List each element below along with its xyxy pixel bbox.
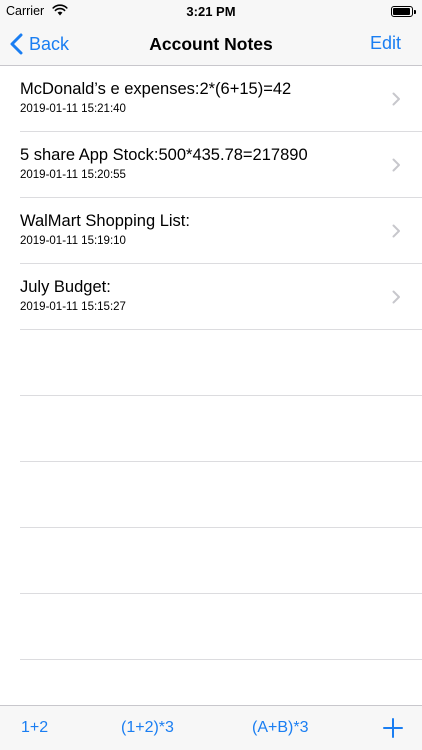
battery-icon <box>391 6 416 17</box>
empty-row <box>20 594 422 660</box>
note-date: 2019-01-11 15:19:10 <box>20 235 126 247</box>
page-title: Account Notes <box>149 34 273 54</box>
bottom-toolbar: 1+2 (1+2)*3 (A+B)*3 <box>0 705 422 750</box>
status-bar: Carrier 3:21 PM <box>0 0 422 22</box>
list-item[interactable]: July Budget: 2019-01-11 15:15:27 <box>20 264 422 330</box>
navigation-bar: Back Account Notes Edit <box>0 22 422 66</box>
screen: Carrier 3:21 PM Back Account Notes Edit … <box>0 0 422 750</box>
note-date: 2019-01-11 15:21:40 <box>20 103 126 115</box>
plus-icon[interactable] <box>383 718 403 738</box>
chevron-right-icon <box>392 158 400 172</box>
notes-list: McDonald’s e expenses:2*(6+15)=42 2019-0… <box>0 66 422 660</box>
insert-expression-2-button[interactable]: (1+2)*3 <box>121 719 174 737</box>
clock: 3:21 PM <box>186 4 236 19</box>
note-title: McDonald’s e expenses:2*(6+15)=42 <box>20 80 292 98</box>
chevron-right-icon <box>392 224 400 238</box>
note-date: 2019-01-11 15:15:27 <box>20 301 126 313</box>
note-date: 2019-01-11 15:20:55 <box>20 169 126 181</box>
empty-row <box>20 462 422 528</box>
list-item[interactable]: McDonald’s e expenses:2*(6+15)=42 2019-0… <box>20 66 422 132</box>
insert-expression-3-button[interactable]: (A+B)*3 <box>252 719 308 737</box>
empty-row <box>20 528 422 594</box>
empty-row <box>20 330 422 396</box>
note-title: WalMart Shopping List: <box>20 212 190 230</box>
empty-row <box>20 396 422 462</box>
chevron-right-icon <box>392 290 400 304</box>
edit-button[interactable]: Edit <box>370 33 401 54</box>
chevron-right-icon <box>392 92 400 106</box>
note-title: July Budget: <box>20 278 111 296</box>
insert-expression-1-button[interactable]: 1+2 <box>21 719 48 737</box>
list-item[interactable]: WalMart Shopping List: 2019-01-11 15:19:… <box>20 198 422 264</box>
note-title: 5 share App Stock:500*435.78=217890 <box>20 146 308 164</box>
battery-level <box>393 8 411 15</box>
list-item[interactable]: 5 share App Stock:500*435.78=217890 2019… <box>20 132 422 198</box>
